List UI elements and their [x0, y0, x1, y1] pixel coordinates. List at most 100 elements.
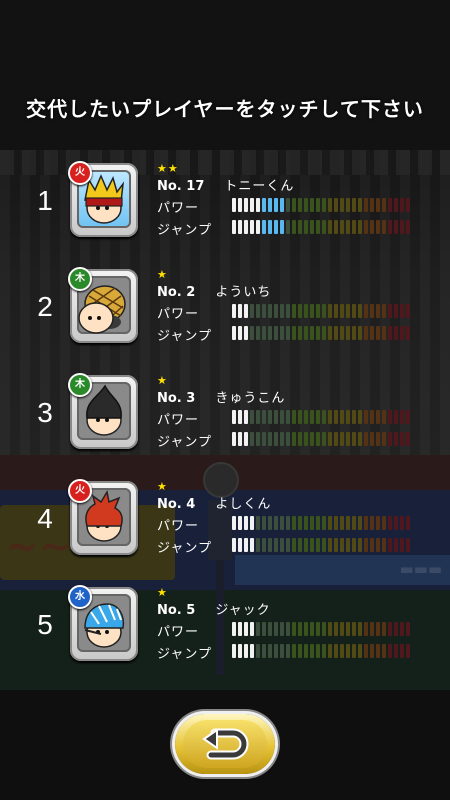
power-bar-segment [232, 516, 236, 530]
power-bar-segment [250, 304, 254, 318]
power-bar-segment [322, 198, 326, 212]
power-bar-segment [358, 198, 362, 212]
rarity-stars: ★ [157, 268, 168, 281]
jump-bar-segment [292, 538, 296, 552]
power-bar-segment [310, 304, 314, 318]
power-bar-segment [250, 198, 254, 212]
power-bar-segment [334, 516, 338, 530]
jump-bar-segment [238, 432, 242, 446]
jump-bar-segment [376, 432, 380, 446]
jump-bar-segment [388, 432, 392, 446]
jump-bar-segment [298, 326, 302, 340]
player-row[interactable]: 2 木 ★ No. 2 よういち パワー ジャンプ [0, 266, 450, 356]
power-bar-segment [244, 622, 248, 636]
jump-bar-segment [232, 432, 236, 446]
jump-bar-segment [250, 644, 254, 658]
jump-bar-segment [388, 644, 392, 658]
jump-bar-segment [406, 538, 410, 552]
jump-bar-segment [400, 538, 404, 552]
return-arrow-icon [202, 728, 249, 760]
power-bar-segment [298, 304, 302, 318]
jump-bar-segment [346, 220, 350, 234]
jump-bar-segment [310, 432, 314, 446]
jump-bar [232, 644, 410, 658]
jump-bar-segment [286, 644, 290, 658]
jump-bar-segment [340, 326, 344, 340]
jump-bar-segment [352, 538, 356, 552]
jump-label: ジャンプ [157, 329, 212, 344]
player-row[interactable]: 1 火 ★★ No. 17 トニーくん パワー ジャンプ [0, 160, 450, 250]
jump-bar-segment [406, 220, 410, 234]
back-button[interactable] [175, 714, 275, 774]
power-bar-segment [388, 304, 392, 318]
power-bar-segment [274, 410, 278, 424]
player-avatar-button[interactable]: 火 [68, 161, 138, 237]
power-bar-segment [238, 410, 242, 424]
jump-bar-segment [394, 538, 398, 552]
jump-bar-segment [280, 220, 284, 234]
jump-bar-segment [238, 644, 242, 658]
player-row[interactable]: 3 木 ★ No. 3 きゅうこん パワー ジャンプ [0, 372, 450, 462]
jump-bar-segment [280, 538, 284, 552]
power-bar-segment [232, 622, 236, 636]
jump-bar-segment [238, 538, 242, 552]
power-bar-segment [244, 304, 248, 318]
rarity-stars: ★ [157, 586, 168, 599]
power-bar-segment [304, 516, 308, 530]
jump-bar-segment [394, 326, 398, 340]
player-name-line: No. 4 よしくん [157, 493, 271, 512]
jump-bar-segment [280, 432, 284, 446]
jump-bar-segment [268, 538, 272, 552]
jump-bar-segment [400, 644, 404, 658]
page-title: 交代したいプレイヤーをタッチして下さい [26, 97, 424, 121]
jump-bar [232, 538, 410, 552]
jump-label: ジャンプ [157, 541, 212, 556]
power-bar-segment [364, 516, 368, 530]
power-bar-segment [316, 622, 320, 636]
jump-bar-segment [298, 432, 302, 446]
power-bar-segment [376, 410, 380, 424]
power-bar-segment [250, 622, 254, 636]
power-bar-segment [364, 622, 368, 636]
power-label: パワー [157, 201, 200, 216]
player-row[interactable]: 4 火 ★ No. 4 よしくん パワー ジャンプ [0, 478, 450, 568]
power-bar-segment [328, 304, 332, 318]
power-bar-segment [298, 516, 302, 530]
player-avatar-button[interactable]: 木 [68, 267, 138, 343]
power-bar-segment [400, 410, 404, 424]
player-row[interactable]: 5 水 ★ No. 5 ジャック パワー ジャンプ [0, 584, 450, 674]
power-bar-segment [304, 198, 308, 212]
player-rank: 3 [37, 397, 53, 428]
element-badge: 木 [68, 267, 92, 291]
power-bar-segment [358, 516, 362, 530]
jump-bar-segment [292, 220, 296, 234]
power-bar-segment [280, 304, 284, 318]
jump-bar-segment [292, 326, 296, 340]
power-bar-segment [298, 198, 302, 212]
player-avatar-button[interactable]: 水 [68, 585, 138, 661]
power-bar-segment [268, 622, 272, 636]
jump-bar-segment [334, 432, 338, 446]
jump-bar-segment [250, 538, 254, 552]
jump-bar-segment [370, 220, 374, 234]
jump-bar-segment [322, 538, 326, 552]
power-bar-segment [316, 410, 320, 424]
player-avatar-button[interactable]: 木 [68, 373, 138, 449]
power-bar-segment [394, 304, 398, 318]
power-bar-segment [352, 304, 356, 318]
jump-bar-segment [352, 326, 356, 340]
power-bar-segment [406, 622, 410, 636]
power-bar-segment [322, 304, 326, 318]
player-avatar-button[interactable]: 火 [68, 479, 138, 555]
jump-bar-segment [388, 220, 392, 234]
jump-bar [232, 326, 410, 340]
power-bar-segment [292, 622, 296, 636]
element-badge: 火 [68, 479, 92, 503]
jump-bar-segment [268, 644, 272, 658]
jump-bar-segment [262, 644, 266, 658]
power-bar-segment [256, 622, 260, 636]
power-bar-segment [352, 198, 356, 212]
jump-bar-segment [340, 644, 344, 658]
power-bar-segment [244, 198, 248, 212]
power-bar-segment [376, 622, 380, 636]
